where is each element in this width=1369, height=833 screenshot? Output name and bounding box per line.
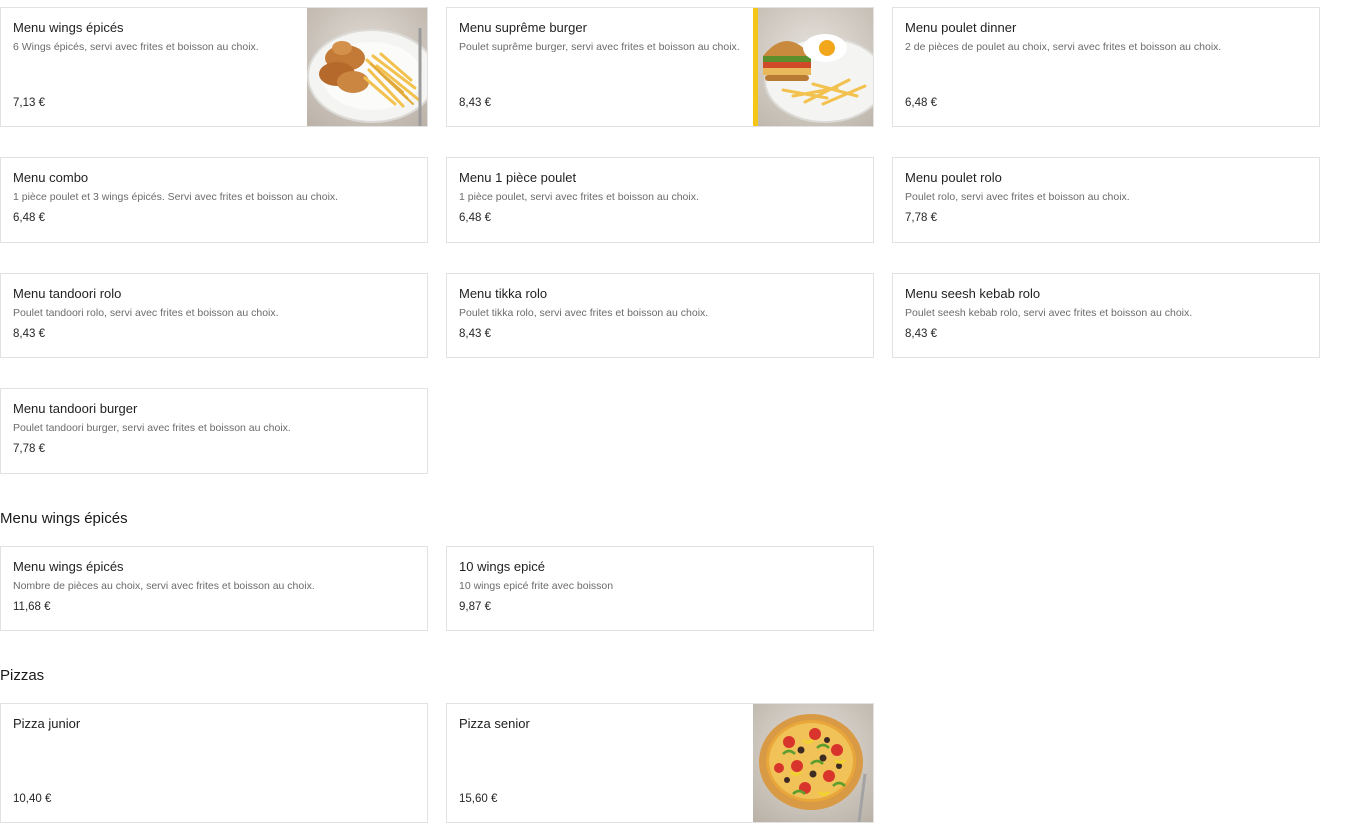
menu-item-description: Poulet rolo, servi avec frites et boisso… — [905, 191, 1130, 203]
menu-item-description: Poulet tandoori burger, servi avec frite… — [13, 422, 291, 434]
menu-item-title: 10 wings epicé — [459, 559, 545, 574]
menu-item-card[interactable]: Menu poulet dinner 2 de pièces de poulet… — [892, 7, 1320, 127]
menu-item-title: Pizza senior — [459, 716, 530, 731]
menu-item-title: Menu seesh kebab rolo — [905, 286, 1041, 301]
menu-item-info: 10 wings epicé 10 wings epicé frite avec… — [459, 559, 861, 622]
menu-item-info: Menu wings épicés Nombre de pièces au ch… — [13, 559, 415, 622]
menu-item-price: 11,68 € — [13, 601, 51, 613]
menu-item-title: Menu suprême burger — [459, 20, 587, 35]
menu-item-price: 7,78 € — [13, 443, 45, 455]
menu-item-card[interactable]: Menu 1 pièce poulet 1 pièce poulet, serv… — [446, 157, 874, 243]
menu-item-title: Menu combo — [13, 170, 89, 185]
menu-item-info: Menu tandoori rolo Poulet tandoori rolo,… — [13, 286, 415, 349]
menu-item-info: Pizza senior 15,60 € — [459, 716, 741, 814]
menu-item-card[interactable]: Pizza junior 10,40 € — [0, 703, 428, 823]
menu-item-info: Menu 1 pièce poulet 1 pièce poulet, serv… — [459, 170, 861, 234]
pizza-photo — [753, 704, 873, 822]
menu-item-description: Poulet suprême burger, servi avec frites… — [459, 41, 740, 53]
menu-item-info: Menu combo 1 pièce poulet et 3 wings épi… — [13, 170, 415, 234]
menu-item-price: 8,43 € — [459, 328, 491, 340]
menu-item-title: Menu 1 pièce poulet — [459, 170, 577, 185]
spicy-wings-fries-photo — [307, 8, 427, 126]
menu-item-card[interactable]: Menu wings épicés 6 Wings épicés, servi … — [0, 7, 428, 127]
menu-item-info: Menu poulet dinner 2 de pièces de poulet… — [905, 20, 1307, 118]
menu-item-info: Menu seesh kebab rolo Poulet seesh kebab… — [905, 286, 1307, 349]
menu-item-description: Poulet seesh kebab rolo, servi avec frit… — [905, 307, 1193, 319]
menu-item-card[interactable]: Menu tandoori burger Poulet tandoori bur… — [0, 388, 428, 474]
menu-item-card[interactable]: Menu wings épicés Nombre de pièces au ch… — [0, 546, 428, 631]
section-title-wings: Menu wings épicés — [0, 510, 128, 527]
menu-item-card[interactable]: Pizza senior 15,60 € — [446, 703, 874, 823]
menu-item-card[interactable]: Menu tandoori rolo Poulet tandoori rolo,… — [0, 273, 428, 358]
menu-item-info: Menu poulet rolo Poulet rolo, servi avec… — [905, 170, 1307, 234]
menu-item-price: 6,48 € — [905, 97, 937, 109]
menu-item-title: Menu wings épicés — [13, 559, 124, 574]
menu-item-info: Pizza junior 10,40 € — [13, 716, 415, 814]
menu-item-price: 7,78 € — [905, 212, 937, 224]
menu-item-price: 6,48 € — [459, 212, 491, 224]
menu-item-description: 10 wings epicé frite avec boisson — [459, 580, 614, 592]
menu-item-description: 6 Wings épicés, servi avec frites et boi… — [13, 41, 259, 53]
menu-item-title: Menu tandoori burger — [13, 401, 138, 416]
burger-fries-egg-photo — [753, 8, 873, 126]
menu-item-price: 8,43 € — [459, 97, 491, 109]
menu-item-info: Menu suprême burger Poulet suprême burge… — [459, 20, 741, 118]
menu-item-price: 7,13 € — [13, 97, 45, 109]
menu-item-description: Nombre de pièces au choix, servi avec fr… — [13, 580, 315, 592]
menu-item-title: Menu poulet dinner — [905, 20, 1017, 35]
menu-item-description: Poulet tandoori rolo, servi avec frites … — [13, 307, 279, 319]
menu-item-price: 8,43 € — [905, 328, 937, 340]
menu-item-price: 6,48 € — [13, 212, 45, 224]
menu-item-description: 2 de pièces de poulet au choix, servi av… — [905, 41, 1222, 53]
menu-item-card[interactable]: Menu poulet rolo Poulet rolo, servi avec… — [892, 157, 1320, 243]
menu-item-info: Menu tandoori burger Poulet tandoori bur… — [13, 401, 415, 465]
menu-item-description: 1 pièce poulet, servi avec frites et boi… — [459, 191, 699, 203]
menu-item-title: Pizza junior — [13, 716, 81, 731]
section-title-pizzas: Pizzas — [0, 667, 45, 684]
menu-item-price: 9,87 € — [459, 601, 491, 613]
menu-item-info: Menu tikka rolo Poulet tikka rolo, servi… — [459, 286, 861, 349]
menu-item-title: Menu wings épicés — [13, 20, 124, 35]
menu-item-title: Menu tandoori rolo — [13, 286, 122, 301]
menu-item-card[interactable]: Menu tikka rolo Poulet tikka rolo, servi… — [446, 273, 874, 358]
menu-item-info: Menu wings épicés 6 Wings épicés, servi … — [13, 20, 295, 118]
menu-item-price: 15,60 € — [459, 793, 498, 805]
menu-item-card[interactable]: Menu suprême burger Poulet suprême burge… — [446, 7, 874, 127]
menu-item-price: 8,43 € — [13, 328, 45, 340]
menu-item-description: Poulet tikka rolo, servi avec frites et … — [459, 307, 709, 319]
menu-item-title: Menu tikka rolo — [459, 286, 548, 301]
menu-item-card[interactable]: Menu combo 1 pièce poulet et 3 wings épi… — [0, 157, 428, 243]
menu-item-description: 1 pièce poulet et 3 wings épicés. Servi … — [13, 191, 339, 203]
menu-item-card[interactable]: 10 wings epicé 10 wings epicé frite avec… — [446, 546, 874, 631]
menu-item-price: 10,40 € — [13, 793, 52, 805]
menu-item-title: Menu poulet rolo — [905, 170, 1002, 185]
menu-item-card[interactable]: Menu seesh kebab rolo Poulet seesh kebab… — [892, 273, 1320, 358]
